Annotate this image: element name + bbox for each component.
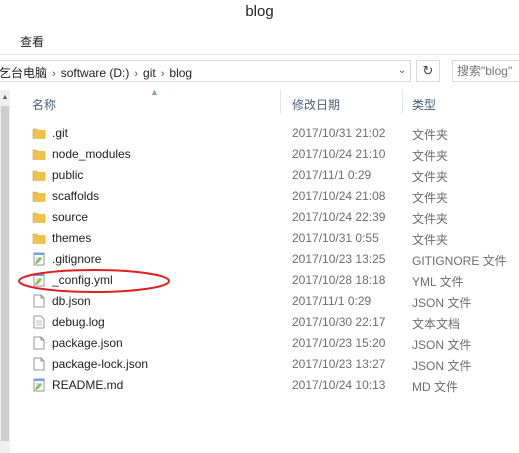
search-box[interactable] — [452, 60, 519, 82]
column-header: 名称 ▲ 修改日期 类型 — [0, 87, 519, 114]
folder-icon — [32, 210, 46, 224]
breadcrumb-item[interactable]: blog — [169, 66, 192, 80]
address-bar[interactable]: 乞台电脑 › software (D:) › git › blog ⌄ — [0, 60, 411, 82]
breadcrumb-item[interactable]: 乞台电脑 — [0, 66, 47, 80]
tab-view[interactable]: 查看 — [20, 33, 44, 50]
sort-ascending-icon: ▲ — [150, 87, 159, 97]
file-name: package-lock.json — [52, 357, 149, 371]
file-type: JSON 文件 — [412, 338, 472, 352]
file-date: 2017/10/23 13:27 — [292, 357, 386, 371]
window-title: blog — [0, 0, 519, 26]
refresh-button[interactable]: ↻ — [416, 60, 440, 82]
column-date-header[interactable]: 修改日期 — [292, 96, 340, 113]
file-type: 文件夹 — [412, 149, 449, 163]
file-date: 2017/10/24 21:10 — [292, 147, 386, 161]
file-name: .git — [52, 126, 69, 140]
blank-file-icon — [32, 336, 46, 350]
file-type: GITIGNORE 文件 — [412, 254, 507, 268]
file-name: public — [52, 168, 84, 182]
ribbon: 查看 — [0, 26, 519, 55]
address-row: 乞台电脑 › software (D:) › git › blog ⌄ ↻ — [0, 55, 519, 89]
file-row[interactable]: node_modules 2017/10/24 21:10 文件夹 — [0, 144, 519, 165]
file-date: 2017/10/28 18:18 — [292, 273, 386, 287]
file-name: .gitignore — [52, 252, 102, 266]
file-row[interactable]: package.json 2017/10/23 15:20 JSON 文件 — [0, 333, 519, 354]
notepad-file-icon — [32, 252, 46, 266]
file-type: 文件夹 — [412, 191, 449, 205]
file-row[interactable]: package-lock.json 2017/10/23 13:27 JSON 文件 — [0, 354, 519, 375]
file-name: db.json — [52, 294, 91, 308]
search-input[interactable] — [457, 62, 519, 80]
file-name: debug.log — [52, 315, 105, 329]
file-row[interactable]: scaffolds 2017/10/24 21:08 文件夹 — [0, 186, 519, 207]
breadcrumb: 乞台电脑 › software (D:) › git › blog — [0, 64, 192, 81]
file-name: scaffolds — [52, 189, 100, 203]
blank-file-icon — [32, 357, 46, 371]
chevron-down-icon[interactable]: ⌄ — [394, 61, 410, 81]
file-type: JSON 文件 — [412, 359, 472, 373]
file-date: 2017/11/1 0:29 — [292, 168, 372, 182]
file-date: 2017/10/30 22:17 — [292, 315, 386, 329]
file-name: README.md — [52, 378, 124, 392]
file-row[interactable]: db.json 2017/11/1 0:29 JSON 文件 — [0, 291, 519, 312]
file-name: _config.yml — [52, 273, 113, 287]
file-type: JSON 文件 — [412, 296, 472, 310]
file-type: YML 文件 — [412, 275, 464, 289]
file-type: 文件夹 — [412, 233, 449, 247]
file-date: 2017/10/24 22:39 — [292, 210, 386, 224]
refresh-icon: ↻ — [422, 63, 434, 78]
file-row[interactable]: source 2017/10/24 22:39 文件夹 — [0, 207, 519, 228]
breadcrumb-separator-icon[interactable]: › — [52, 68, 56, 80]
file-type: 文件夹 — [412, 128, 449, 142]
file-row[interactable]: .git 2017/10/31 21:02 文件夹 — [0, 123, 519, 144]
breadcrumb-item[interactable]: git — [143, 66, 156, 80]
folder-icon — [32, 168, 46, 182]
file-date: 2017/10/23 13:25 — [292, 252, 386, 266]
file-date: 2017/10/23 15:20 — [292, 336, 386, 350]
file-date: 2017/10/31 21:02 — [292, 126, 386, 140]
file-row[interactable]: _config.yml 2017/10/28 18:18 YML 文件 — [0, 270, 519, 291]
folder-icon — [32, 126, 46, 140]
file-row[interactable]: README.md 2017/10/24 10:13 MD 文件 — [0, 375, 519, 396]
file-name: node_modules — [52, 147, 131, 161]
scroll-up-icon[interactable]: ▲ — [0, 94, 10, 101]
notepad-file-icon — [32, 378, 46, 392]
column-divider[interactable] — [280, 90, 281, 114]
breadcrumb-item[interactable]: software (D:) — [61, 66, 130, 80]
file-row[interactable]: public 2017/11/1 0:29 文件夹 — [0, 165, 519, 186]
file-row[interactable]: .gitignore 2017/10/23 13:25 GITIGNORE 文件 — [0, 249, 519, 270]
file-type: MD 文件 — [412, 380, 458, 394]
file-date: 2017/10/24 21:08 — [292, 189, 386, 203]
breadcrumb-separator-icon[interactable]: › — [161, 68, 165, 80]
file-row[interactable]: debug.log 2017/10/30 22:17 文本文档 — [0, 312, 519, 333]
file-name: themes — [52, 231, 92, 245]
file-row[interactable]: themes 2017/10/31 0:55 文件夹 — [0, 228, 519, 249]
column-type-header[interactable]: 类型 — [412, 96, 436, 113]
file-date: 2017/10/24 10:13 — [292, 378, 386, 392]
blank-file-icon — [32, 294, 46, 308]
column-divider[interactable] — [402, 90, 403, 114]
file-date: 2017/11/1 0:29 — [292, 294, 372, 308]
notepad-file-icon — [32, 273, 46, 287]
folder-icon — [32, 189, 46, 203]
column-name-header[interactable]: 名称 — [32, 96, 56, 113]
folder-icon — [32, 147, 46, 161]
text-file-icon — [32, 315, 46, 329]
breadcrumb-separator-icon[interactable]: › — [134, 68, 138, 80]
file-name: source — [52, 210, 89, 224]
file-type: 文本文档 — [412, 317, 461, 331]
folder-icon — [32, 231, 46, 245]
file-name: package.json — [52, 336, 123, 350]
file-type: 文件夹 — [412, 170, 449, 184]
file-type: 文件夹 — [412, 212, 449, 226]
file-date: 2017/10/31 0:55 — [292, 231, 379, 245]
